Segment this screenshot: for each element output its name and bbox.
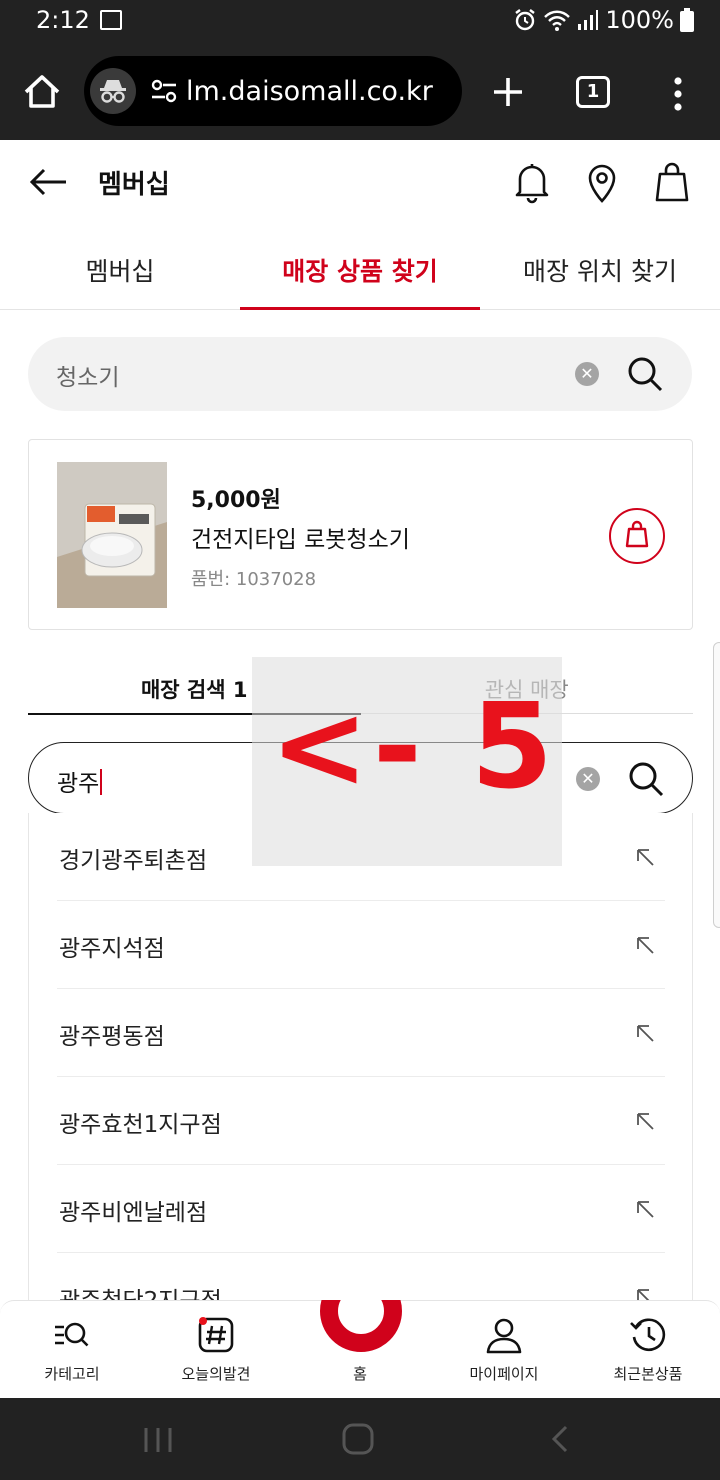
location-pin-icon[interactable] <box>582 160 622 204</box>
suggestion-text: 경기광주퇴촌점 <box>59 848 208 874</box>
nav-category-label: 카테고리 <box>44 1365 100 1383</box>
edge-panel-handle[interactable] <box>713 642 720 928</box>
search-icon[interactable] <box>626 759 666 799</box>
nav-recent-label: 최근본상품 <box>613 1365 683 1383</box>
product-name: 건전지타입 로봇청소기 <box>191 527 410 553</box>
text-cursor <box>100 769 103 795</box>
nav-my-page[interactable]: 마이페이지 <box>432 1301 576 1399</box>
tab-store-location-search[interactable]: 매장 위치 찾기 <box>480 224 720 309</box>
history-icon <box>630 1318 666 1352</box>
tab-switcher-button[interactable]: 1 <box>576 76 610 108</box>
suggestion-item[interactable]: 광주효천1지구점 <box>57 1077 665 1165</box>
product-code: 품번: 1037028 <box>191 569 317 590</box>
signal-icon <box>578 10 599 30</box>
shopping-bag-icon <box>625 520 649 548</box>
nav-home-label: 홈 <box>353 1365 367 1383</box>
status-bar: 2:12 100% <box>0 0 720 44</box>
bell-icon[interactable] <box>512 160 552 204</box>
category-search-icon <box>55 1322 89 1347</box>
tab-store-product-search[interactable]: 매장 상품 찾기 <box>240 224 480 310</box>
clear-search-icon[interactable]: ✕ <box>576 767 600 791</box>
arrow-up-left-icon[interactable] <box>635 935 655 955</box>
suggestion-text: 광주지석점 <box>59 936 165 962</box>
url-text: lm.daisomall.co.kr <box>186 75 433 107</box>
browser-toolbar: lm.daisomall.co.kr 1 <box>0 44 720 140</box>
hashtag-icon <box>198 1317 234 1353</box>
status-icons: 100% <box>513 6 694 34</box>
search-icon[interactable] <box>625 354 665 394</box>
suggestion-item[interactable]: 광주비엔날레점 <box>57 1165 665 1253</box>
status-time: 2:12 <box>36 6 90 34</box>
arrow-up-left-icon[interactable] <box>635 847 655 867</box>
wifi-icon <box>544 10 571 31</box>
nav-today-label: 오늘의발견 <box>181 1365 251 1383</box>
clear-search-icon[interactable]: ✕ <box>575 362 599 386</box>
annotation-text: <- 5 <box>270 677 558 815</box>
arrow-up-left-icon[interactable] <box>635 1023 655 1043</box>
nav-category[interactable]: 카테고리 <box>0 1301 144 1399</box>
add-to-cart-button[interactable] <box>609 508 665 564</box>
shopping-bag-icon[interactable] <box>652 160 692 204</box>
suggestion-item[interactable]: 광주평동점 <box>57 989 665 1077</box>
suggestion-text: 광주평동점 <box>59 1024 165 1050</box>
page-title: 멤버십 <box>98 170 170 200</box>
gallery-icon <box>100 10 122 30</box>
alarm-icon <box>515 9 536 31</box>
recent-apps-icon[interactable] <box>142 1426 174 1454</box>
product-price: 5,000원 <box>191 488 281 513</box>
product-image <box>57 462 167 608</box>
store-suggestions-dropdown: 경기광주퇴촌점 광주지석점 광주평동점 광주효천1지구점 광주비엔날레점 광주첨… <box>28 813 693 1303</box>
app-header: 멤버십 <box>0 140 720 224</box>
suggestion-item[interactable]: 광주첨단2지구점 <box>57 1253 665 1302</box>
site-settings-icon[interactable] <box>150 77 178 105</box>
tab-membership[interactable]: 멤버십 <box>0 224 240 309</box>
product-search-input[interactable]: 청소기 ✕ <box>28 337 692 411</box>
more-menu-icon[interactable] <box>664 74 692 114</box>
system-navigation-bar <box>0 1398 720 1480</box>
incognito-icon <box>90 68 136 114</box>
address-bar[interactable]: lm.daisomall.co.kr <box>84 56 462 126</box>
product-search-value: 청소기 <box>56 365 120 391</box>
arrow-up-left-icon[interactable] <box>635 1111 655 1131</box>
store-search-value: 광주 <box>57 764 103 798</box>
top-tabs: 멤버십 매장 상품 찾기 매장 위치 찾기 <box>0 224 720 310</box>
battery-icon <box>680 8 694 32</box>
suggestion-text: 광주효천1지구점 <box>59 1112 222 1138</box>
system-back-icon[interactable] <box>548 1424 572 1454</box>
arrow-up-left-icon[interactable] <box>635 1199 655 1219</box>
system-home-icon[interactable] <box>341 1422 375 1456</box>
new-tab-icon[interactable] <box>488 70 528 114</box>
suggestion-item[interactable]: 광주지석점 <box>57 901 665 989</box>
annotation-overlay: <- 5 <box>252 657 562 866</box>
user-icon <box>486 1318 522 1354</box>
browser-home-icon[interactable] <box>20 70 64 114</box>
battery-percent: 100% <box>605 6 674 34</box>
nav-mypage-label: 마이페이지 <box>469 1365 539 1383</box>
suggestion-text: 광주비엔날레점 <box>59 1200 208 1226</box>
nav-today-discovery[interactable]: 오늘의발견 <box>144 1301 288 1399</box>
nav-recently-viewed[interactable]: 최근본상품 <box>576 1301 720 1399</box>
back-arrow-icon[interactable] <box>28 164 68 200</box>
product-card[interactable]: 5,000원 건전지타입 로봇청소기 품번: 1037028 <box>28 439 693 630</box>
